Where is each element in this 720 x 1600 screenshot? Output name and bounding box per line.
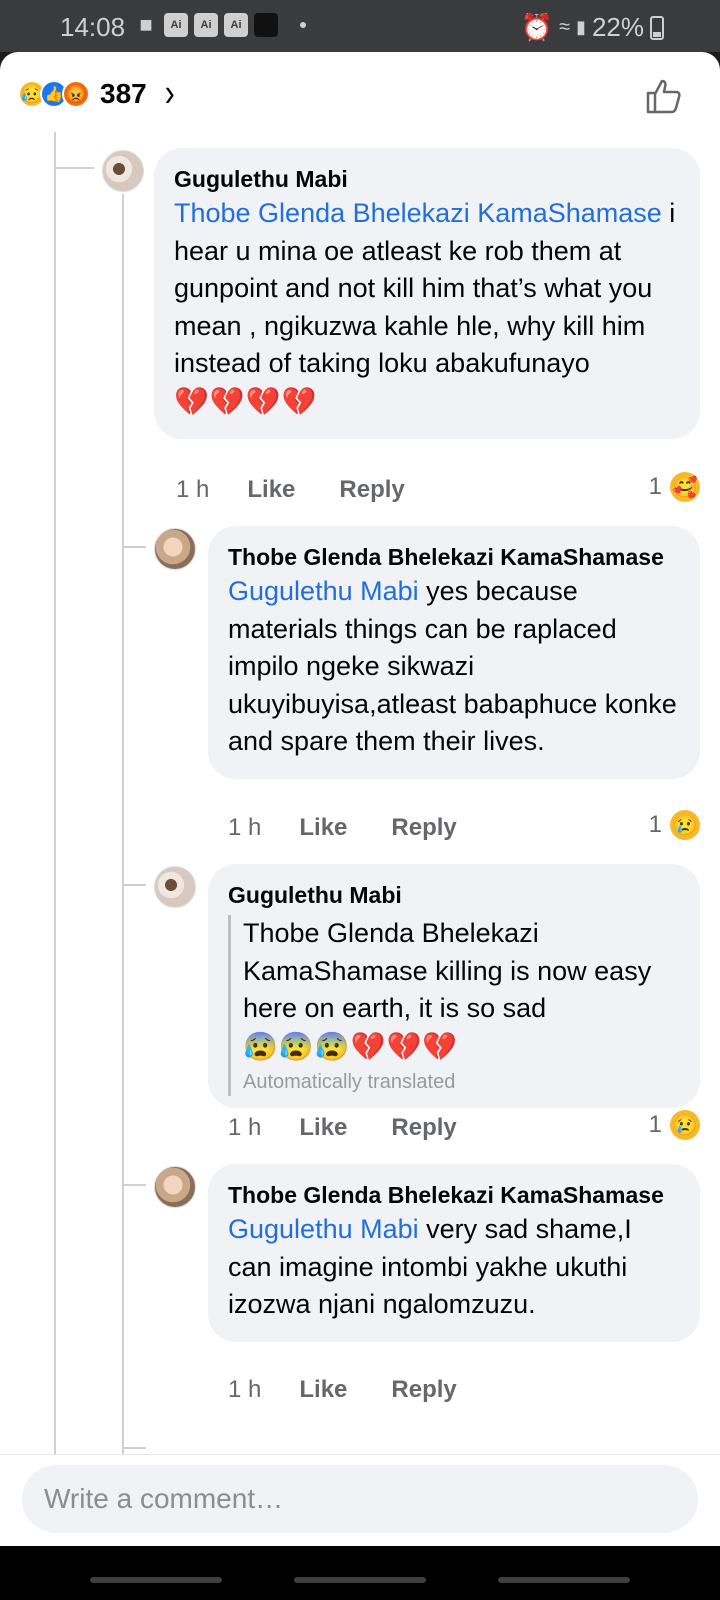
comment-author[interactable]: Thobe Glenda Bhelekazi KamaShamase — [228, 1180, 680, 1211]
comment-body: Thobe Glenda Bhelekazi KamaShamase killi… — [243, 918, 652, 1023]
message-icon: ■ — [139, 12, 153, 37]
signal-icon: ▮ — [576, 17, 586, 37]
like-comment-button[interactable]: Like — [247, 476, 295, 504]
comment-reaction-count[interactable]: 1 😢 — [649, 810, 700, 840]
chevron-right-icon: › — [164, 71, 175, 115]
reply-button[interactable]: Reply — [391, 1114, 456, 1142]
status-bar: 14:08 ■ Ai Ai Ai ⏰ ≈ ▮ 22% — [0, 0, 720, 52]
reaction-count: 387 — [100, 78, 147, 109]
reaction-summary[interactable]: 😥 👍 😡 387 › — [18, 72, 175, 115]
comment-bubble: Gugulethu Mabi Thobe Glenda Bhelekazi Ka… — [154, 148, 700, 439]
comment-author[interactable]: Gugulethu Mabi — [228, 880, 680, 911]
thread-connector — [54, 167, 94, 169]
reply-connector — [122, 546, 146, 548]
status-time: 14:08 — [60, 12, 126, 42]
comment-time[interactable]: 1 h — [228, 814, 261, 842]
thread-line — [54, 132, 56, 1546]
avatar[interactable] — [154, 866, 196, 908]
battery-icon — [650, 15, 664, 40]
reply-button[interactable]: Reply — [391, 814, 456, 842]
app-notification-icon — [254, 13, 278, 37]
comment-author[interactable]: Thobe Glenda Bhelekazi KamaShamase — [228, 542, 680, 573]
reply-connector — [122, 1184, 146, 1186]
avatar[interactable] — [102, 150, 144, 192]
mention-link[interactable]: Gugulethu Mabi — [228, 576, 419, 606]
system-status: ⏰ ≈ ▮ 22% — [521, 12, 664, 43]
recent-apps-button[interactable] — [90, 1577, 222, 1583]
comment-actions: 1 h Like Reply — [228, 1376, 501, 1404]
comment-actions: 1 h Like Reply — [228, 1114, 501, 1142]
ai-app-icon: Ai — [224, 13, 248, 37]
like-button[interactable] — [644, 76, 684, 116]
like-comment-button[interactable]: Like — [299, 1376, 347, 1404]
comment-time[interactable]: 1 h — [228, 1376, 261, 1404]
auto-translated-label[interactable]: Automatically translated — [243, 1068, 680, 1096]
comment-text: Gugulethu Mabi very sad shame,I can imag… — [228, 1211, 680, 1324]
comment-emojis: 😰😰😰💔💔💔 — [243, 1030, 459, 1062]
comment-actions: 1 h Like Reply — [176, 476, 449, 504]
reaction-number: 1 — [648, 811, 662, 838]
mention-link[interactable]: Gugulethu Mabi — [228, 1214, 419, 1244]
comment-reaction-count[interactable]: 1 🥰 — [649, 472, 700, 502]
wifi-icon: ≈ — [559, 16, 571, 38]
reply-connector — [122, 884, 146, 886]
comment-text: Gugulethu Mabi yes because materials thi… — [228, 573, 680, 761]
home-button[interactable] — [294, 1577, 426, 1583]
ai-app-icon: Ai — [164, 13, 188, 37]
ai-app-icon: Ai — [194, 13, 218, 37]
comment-reaction-count[interactable]: 1 😢 — [649, 1110, 700, 1140]
comment-text: Thobe Glenda Bhelekazi KamaShamase i hea… — [174, 195, 680, 383]
reaction-number: 1 — [648, 1111, 662, 1138]
mention-link[interactable]: Thobe Glenda Bhelekazi KamaShamase — [174, 198, 662, 228]
reaction-number: 1 — [648, 473, 662, 500]
reply-connector — [122, 1447, 146, 1449]
reply-thread-line — [122, 194, 124, 1546]
comment-bubble: Thobe Glenda Bhelekazi KamaShamase Gugul… — [208, 1164, 700, 1342]
sad-reaction-icon: 😢 — [670, 1110, 700, 1140]
reply-button[interactable]: Reply — [391, 1376, 456, 1404]
comment-bubble: Gugulethu Mabi Thobe Glenda Bhelekazi Ka… — [208, 864, 700, 1108]
care-reaction-icon: 🥰 — [670, 472, 700, 502]
comment-time[interactable]: 1 h — [176, 476, 209, 504]
comment-composer[interactable] — [22, 1465, 698, 1533]
back-button[interactable] — [498, 1577, 630, 1583]
avatar[interactable] — [154, 528, 196, 570]
avatar[interactable] — [154, 1166, 196, 1208]
battery-percent: 22% — [591, 12, 644, 42]
sad-reaction-icon: 😢 — [670, 810, 700, 840]
like-comment-button[interactable]: Like — [299, 814, 347, 842]
translated-quote: Thobe Glenda Bhelekazi KamaShamase killi… — [228, 915, 680, 1096]
system-nav-bar — [0, 1546, 720, 1600]
comment-bubble: Thobe Glenda Bhelekazi KamaShamase Gugul… — [208, 526, 700, 779]
more-notifications-dot — [300, 22, 306, 28]
comment-author[interactable]: Gugulethu Mabi — [174, 164, 680, 195]
notification-icons: ■ Ai Ai Ai — [134, 12, 306, 37]
comment-emojis: 💔💔💔💔 — [174, 385, 318, 417]
thumbs-up-icon — [646, 79, 681, 114]
composer-bar — [0, 1454, 720, 1546]
reply-button[interactable]: Reply — [339, 476, 404, 504]
comment-input[interactable] — [22, 1465, 698, 1533]
comment-time[interactable]: 1 h — [228, 1114, 261, 1142]
alarm-icon: ⏰ — [520, 12, 554, 42]
comment-actions: 1 h Like Reply — [228, 814, 501, 842]
comments-sheet: 😥 👍 😡 387 › Gugulethu Mabi Thobe Glenda … — [0, 52, 720, 1546]
angry-reaction-icon: 😡 — [62, 80, 90, 108]
like-comment-button[interactable]: Like — [299, 1114, 347, 1142]
